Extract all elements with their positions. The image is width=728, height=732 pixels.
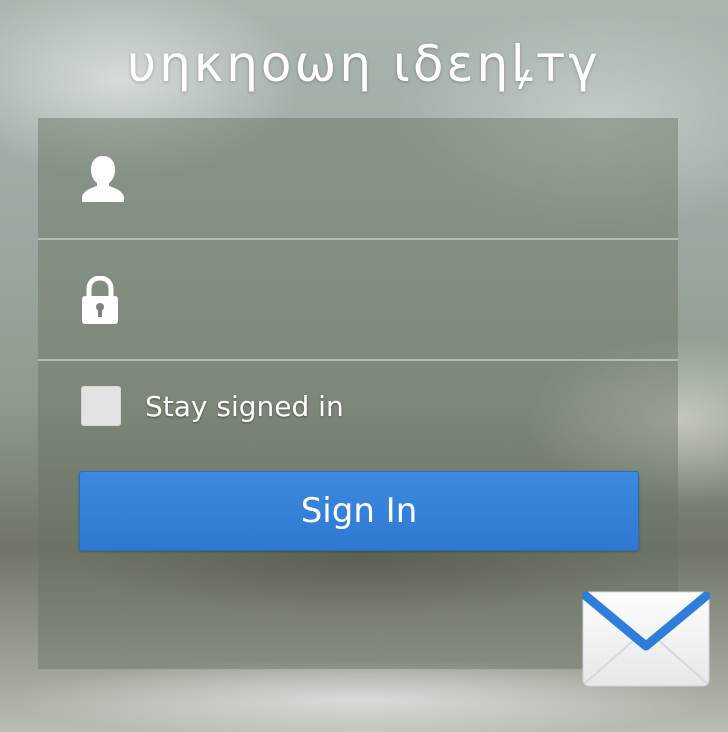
password-field[interactable] (38, 239, 678, 361)
stay-signed-in[interactable]: Stay signed in (81, 385, 344, 427)
user-icon (80, 154, 126, 208)
lock-icon (80, 275, 120, 330)
stay-signed-in-label[interactable]: Stay signed in (145, 390, 344, 423)
mail-icon[interactable] (581, 590, 711, 688)
username-input[interactable] (148, 148, 652, 210)
password-input[interactable] (148, 269, 652, 331)
stay-signed-in-checkbox[interactable] (81, 386, 121, 426)
sign-in-button[interactable]: Sign In (79, 471, 639, 551)
app-title: υηκηοωη ιδεηꝲтγ (127, 35, 601, 93)
login-panel: Stay signed in Sign In (38, 118, 678, 669)
username-field[interactable] (38, 118, 678, 240)
